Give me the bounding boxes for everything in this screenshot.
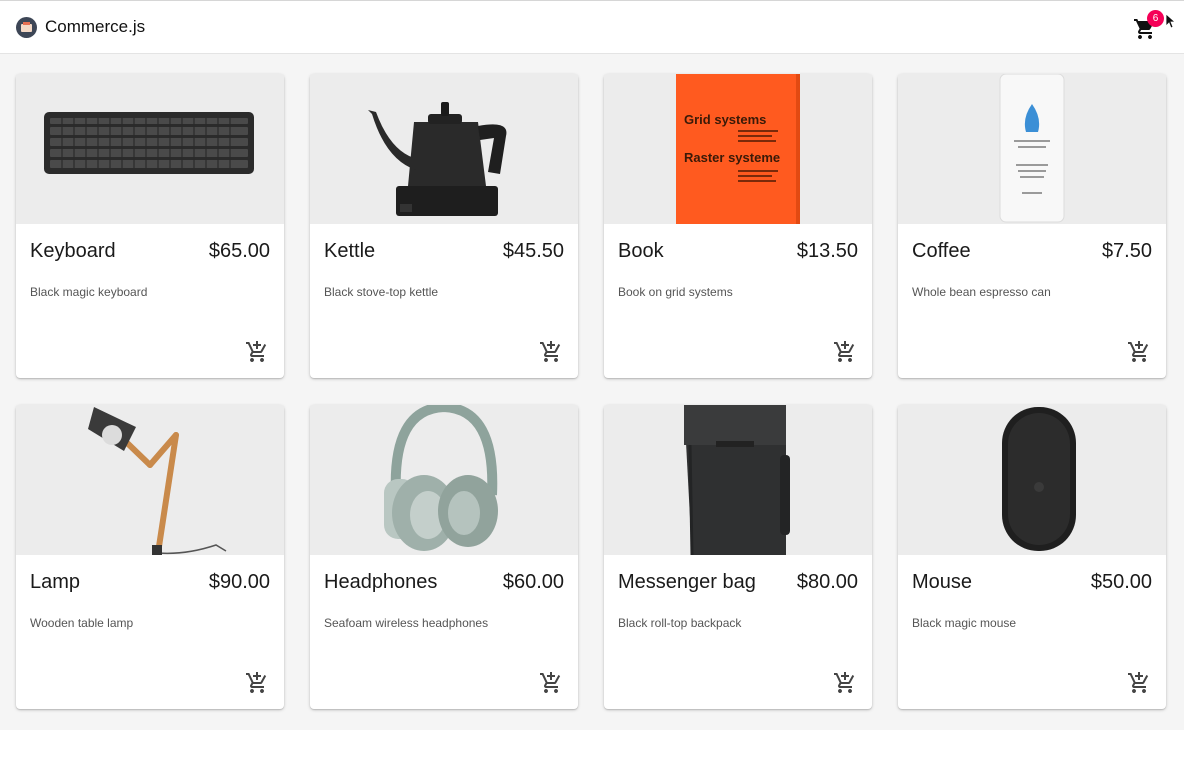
add-shopping-cart-icon xyxy=(246,672,267,693)
product-name: Keyboard xyxy=(30,240,116,262)
add-to-cart-button[interactable] xyxy=(833,671,857,695)
commercejs-logo-icon[interactable] xyxy=(16,17,37,38)
product-image-coffee[interactable] xyxy=(898,74,1166,224)
add-to-cart-button[interactable] xyxy=(539,340,563,364)
book-cover-title-1: Grid systems xyxy=(684,112,766,127)
product-name: Coffee xyxy=(912,240,971,262)
add-shopping-cart-icon xyxy=(834,341,855,362)
product-price: $7.50 xyxy=(1101,240,1152,262)
product-image-keyboard[interactable] xyxy=(16,74,284,224)
add-to-cart-button[interactable] xyxy=(245,671,269,695)
product-grid: Keyboard $65.00 Black magic keyboard Ket… xyxy=(0,54,1184,730)
product-image-lamp[interactable] xyxy=(16,405,284,555)
product-description: Black roll-top backpack xyxy=(618,616,742,630)
product-name: Kettle xyxy=(324,240,376,262)
mouse-pointer-icon xyxy=(1165,13,1175,29)
product-card[interactable]: Coffee $7.50 Whole bean espresso can xyxy=(898,74,1166,378)
product-description: Black stove-top kettle xyxy=(324,285,439,299)
product-name: Lamp xyxy=(30,571,81,593)
add-shopping-cart-icon xyxy=(1128,672,1149,693)
add-shopping-cart-icon xyxy=(246,341,267,362)
app-bar: Commerce.js 6 xyxy=(0,0,1184,54)
product-card[interactable]: Headphones $60.00 Seafoam wireless headp… xyxy=(310,405,578,709)
product-description: Whole bean espresso can xyxy=(912,285,1051,299)
add-shopping-cart-icon xyxy=(540,672,561,693)
product-price: $65.00 xyxy=(208,240,270,262)
product-image-backpack[interactable] xyxy=(604,405,872,555)
product-price: $60.00 xyxy=(502,571,564,593)
book-cover-title-2: Raster systeme xyxy=(684,150,780,165)
product-name: Mouse xyxy=(912,571,973,593)
add-to-cart-button[interactable] xyxy=(245,340,269,364)
add-shopping-cart-icon xyxy=(834,672,855,693)
add-shopping-cart-icon xyxy=(1128,341,1149,362)
product-name: Messenger bag xyxy=(618,571,756,593)
product-card[interactable]: Messenger bag $80.00 Black roll-top back… xyxy=(604,405,872,709)
product-name: Book xyxy=(618,240,664,262)
add-shopping-cart-icon xyxy=(540,341,561,362)
product-description: Black magic keyboard xyxy=(30,285,148,299)
product-description: Book on grid systems xyxy=(618,285,733,299)
product-description: Wooden table lamp xyxy=(30,616,134,630)
product-image-headphones[interactable] xyxy=(310,405,578,555)
add-to-cart-button[interactable] xyxy=(539,671,563,695)
product-card[interactable]: Lamp $90.00 Wooden table lamp xyxy=(16,405,284,709)
product-card[interactable]: Keyboard $65.00 Black magic keyboard xyxy=(16,74,284,378)
product-description: Black magic mouse xyxy=(912,616,1017,630)
product-image-book[interactable]: Grid systems Raster systeme xyxy=(604,74,872,224)
product-description: Seafoam wireless headphones xyxy=(324,616,489,630)
product-image-mouse[interactable] xyxy=(898,405,1166,555)
add-to-cart-button[interactable] xyxy=(1127,671,1151,695)
cart-count-badge: 6 xyxy=(1147,10,1164,27)
product-image-kettle[interactable] xyxy=(310,74,578,224)
product-price: $45.50 xyxy=(502,240,564,262)
product-name: Headphones xyxy=(324,571,438,593)
app-title[interactable]: Commerce.js xyxy=(45,17,145,37)
add-to-cart-button[interactable] xyxy=(1127,340,1151,364)
product-price: $13.50 xyxy=(796,240,858,262)
add-to-cart-button[interactable] xyxy=(833,340,857,364)
product-price: $50.00 xyxy=(1090,571,1152,593)
product-price: $90.00 xyxy=(208,571,270,593)
product-card[interactable]: Mouse $50.00 Black magic mouse xyxy=(898,405,1166,709)
product-card[interactable]: Kettle $45.50 Black stove-top kettle xyxy=(310,74,578,378)
product-price: $80.00 xyxy=(796,571,858,593)
product-card[interactable]: Grid systems Raster systeme Book $13.50 … xyxy=(604,74,872,378)
